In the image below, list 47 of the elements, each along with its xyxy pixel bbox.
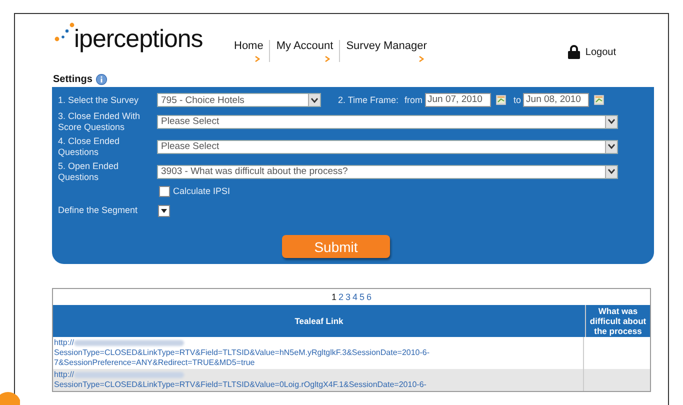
date-field[interactable]: Jun 07, 2010 xyxy=(424,93,491,107)
link[interactable]: SessionType=CLOSED&LinkType=RTV&Field=TLTSID&Value=hN5eM.yRgltglkF.3&SessionDate=2010-6- xyxy=(54,348,582,358)
calendar-icon[interactable] xyxy=(496,95,506,105)
date-field[interactable]: Jun 08, 2010 xyxy=(523,93,590,107)
question-select[interactable]: 3903 - What was difficult about the process? xyxy=(157,164,618,178)
page-link[interactable]: 5 xyxy=(360,292,365,302)
checkbox-label: Calculate IPSI xyxy=(173,186,230,196)
caret-icon xyxy=(311,98,318,102)
checkbox[interactable] xyxy=(159,186,170,196)
field-label: 2. Time Frame: xyxy=(338,95,399,105)
caret-icon xyxy=(161,208,167,212)
link[interactable]: http:// xyxy=(54,370,74,380)
link[interactable]: 7&SessionPreference=ANY&Redirect=TRUE&MD5=true xyxy=(54,358,582,368)
field-label: 1. Select the Survey xyxy=(58,94,140,106)
page-link[interactable]: 6 xyxy=(366,292,372,302)
question-select[interactable]: Please Select xyxy=(157,114,618,128)
page-link[interactable]: 2 xyxy=(338,292,344,302)
link[interactable]: http:// xyxy=(54,338,74,348)
chevron-icon xyxy=(325,56,330,62)
lock-icon xyxy=(568,45,580,59)
question-select[interactable]: Please Select xyxy=(157,140,618,154)
chevron-icon xyxy=(418,56,424,62)
dropdown-button[interactable] xyxy=(158,204,170,216)
field-label: 4. Close Ended Questions xyxy=(58,136,121,158)
caret-icon xyxy=(608,119,615,124)
caret-icon xyxy=(608,144,615,149)
nav-link[interactable]: Home xyxy=(234,40,264,52)
settings-title: Settings xyxy=(53,74,92,85)
chevron-icon xyxy=(255,56,260,62)
link[interactable]: SessionType=CLOSED&LinkType=RTV&Field=TLTSID&Value=0Loig.rOgltgX4F.1&SessionDate=2010-6- xyxy=(54,380,582,390)
page-link[interactable]: 4 xyxy=(352,292,358,302)
page-link[interactable]: 1 xyxy=(331,292,336,302)
info-icon[interactable] xyxy=(96,74,108,85)
calendar-icon[interactable] xyxy=(594,95,604,105)
to-label: to xyxy=(514,95,522,105)
column-header: What was difficult about the process xyxy=(588,305,648,337)
from-label: from xyxy=(404,95,423,105)
nav-link[interactable]: My Account xyxy=(276,40,334,52)
logo[interactable]: iperceptions xyxy=(53,22,213,54)
logout-link[interactable]: Logout xyxy=(585,46,616,58)
survey-select[interactable]: 795 - Choice Hotels xyxy=(157,93,321,107)
field-label: Define the Segment xyxy=(58,205,139,216)
field-label: 3. Close Ended With Score Questions xyxy=(58,110,142,132)
page-link[interactable]: 3 xyxy=(345,292,350,302)
field-label: 5. Open Ended Questions xyxy=(58,160,120,182)
nav-link[interactable]: Survey Manager xyxy=(346,40,427,52)
caret-icon xyxy=(608,169,615,174)
